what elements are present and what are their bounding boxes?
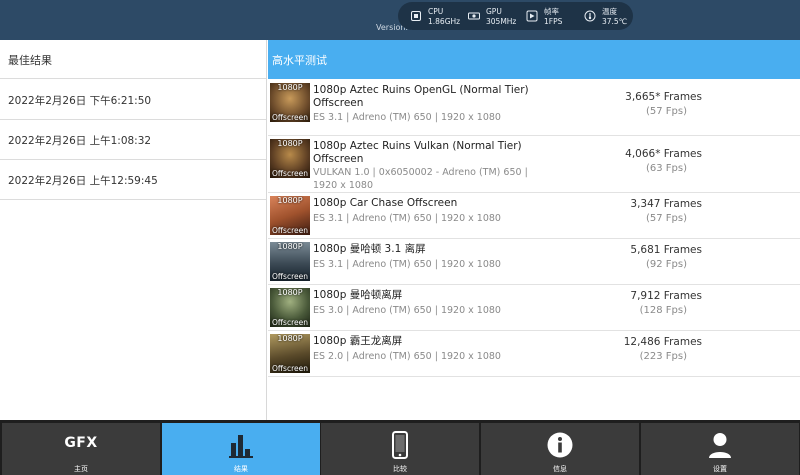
nav-settings-label: 设置 (713, 465, 727, 473)
thumbnail-resolution-label: 1080P (277, 242, 303, 251)
test-name: 1080p 霸王龙离屏 (313, 335, 403, 347)
bottom-navigation: GFX 主页 结果 比较 信息 设置 (0, 420, 800, 475)
test-thumbnail: 1080P Offscreen (270, 242, 310, 281)
test-frames: 3,347 Frames (630, 198, 702, 210)
test-fps: (92 Fps) (645, 259, 687, 270)
test-name: 1080p 曼哈顿离屏 (313, 289, 403, 301)
best-results-header: 最佳结果 (0, 40, 266, 79)
thumbnail-mode-label: Offscreen (271, 364, 308, 373)
test-detail: VULKAN 1.0 | 0x6050002 - Adreno (TM) 650… (313, 167, 528, 191)
gpu-label: GPU (486, 7, 502, 16)
test-row-manhattan[interactable]: 1080P Offscreen 1080p 曼哈顿离屏 ES 3.0 | Adr… (268, 285, 800, 331)
nav-compare[interactable]: 比较 (321, 423, 479, 475)
test-thumbnail: 1080P Offscreen (270, 334, 310, 373)
cpu-icon (411, 11, 421, 21)
test-thumbnail: 1080P Offscreen (270, 139, 310, 178)
fps-label: 帧率 (544, 7, 559, 16)
gpu-value: 305MHz (486, 17, 517, 26)
info-icon (547, 432, 573, 458)
result-date-item[interactable]: 2022年2月26日 上午1:08:32 (0, 120, 266, 160)
user-icon (709, 433, 731, 458)
test-name: 1080p Car Chase Offscreen (313, 197, 458, 209)
temperature-icon (584, 10, 596, 22)
result-date-text: 2022年2月26日 上午1:08:32 (8, 135, 152, 147)
test-frames: 5,681 Frames (630, 244, 702, 256)
test-row-aztec-opengl[interactable]: 1080P Offscreen 1080p Aztec Ruins OpenGL… (268, 80, 800, 136)
test-row-manhattan-31[interactable]: 1080P Offscreen 1080p 曼哈顿 3.1 离屏 ES 3.1 … (268, 239, 800, 285)
result-date-text: 2022年2月26日 上午12:59:45 (8, 175, 158, 187)
nav-results[interactable]: 结果 (162, 423, 320, 475)
test-name: 1080p 曼哈顿 3.1 离屏 (313, 243, 426, 255)
thumbnail-mode-label: Offscreen (271, 226, 308, 235)
result-date-item[interactable]: 2022年2月26日 上午12:59:45 (0, 160, 266, 200)
test-name: 1080p Aztec Ruins OpenGL (Normal Tier) O… (313, 84, 529, 109)
test-thumbnail: 1080P Offscreen (270, 288, 310, 327)
test-thumbnail: 1080P Offscreen (270, 83, 310, 122)
cpu-label: CPU (428, 7, 444, 16)
test-detail: ES 3.0 | Adreno (TM) 650 | 1920 x 1080 (313, 305, 501, 316)
best-results-panel: 最佳结果 2022年2月26日 下午6:21:50 2022年2月26日 上午1… (0, 40, 267, 420)
test-fps: (57 Fps) (645, 213, 687, 224)
test-frames: 7,912 Frames (630, 290, 702, 302)
cpu-value: 1.86GHz (428, 17, 461, 26)
fps-value: 1FPS (544, 17, 563, 26)
thumbnail-resolution-label: 1080P (277, 83, 303, 92)
test-fps: (223 Fps) (639, 351, 687, 362)
nav-info-label: 信息 (553, 465, 567, 473)
bar-chart-icon (229, 435, 253, 458)
result-date-text: 2022年2月26日 下午6:21:50 (8, 95, 152, 107)
test-fps: (63 Fps) (645, 163, 687, 174)
thumbnail-mode-label: Offscreen (271, 169, 308, 178)
high-level-tests-header: 高水平测试 (268, 40, 800, 79)
top-status-bar: Version: 5.0.4 CPU 1.86GHz GPU 305MHz (0, 0, 800, 40)
thumbnail-mode-label: Offscreen (271, 318, 308, 327)
thumbnail-resolution-label: 1080P (277, 288, 303, 297)
high-level-tests-panel: 高水平测试 1080P Offscreen 1080p Aztec Ruins … (268, 40, 800, 420)
performance-stats-pill: CPU 1.86GHz GPU 305MHz 帧率 1FPS 温度 37.5℃ (398, 2, 633, 30)
test-row-car-chase[interactable]: 1080P Offscreen 1080p Car Chase Offscree… (268, 193, 800, 239)
nav-compare-label: 比较 (393, 465, 407, 473)
test-row-aztec-vulkan[interactable]: 1080P Offscreen 1080p Aztec Ruins Vulkan… (268, 136, 800, 193)
nav-home-label: 主页 (74, 465, 88, 473)
nav-home[interactable]: GFX 主页 (2, 423, 160, 475)
thumbnail-mode-label: Offscreen (271, 272, 308, 281)
temperature-value: 37.5℃ (602, 17, 628, 26)
thumbnail-resolution-label: 1080P (277, 334, 303, 343)
test-detail: ES 3.1 | Adreno (TM) 650 | 1920 x 1080 (313, 213, 501, 224)
test-row-t-rex[interactable]: 1080P Offscreen 1080p 霸王龙离屏 ES 2.0 | Adr… (268, 331, 800, 377)
phone-icon (392, 431, 408, 459)
thumbnail-resolution-label: 1080P (277, 139, 303, 148)
nav-info[interactable]: 信息 (481, 423, 639, 475)
gpu-icon (468, 12, 480, 20)
test-name: 1080p Aztec Ruins Vulkan (Normal Tier) O… (313, 140, 522, 165)
test-frames: 3,665* Frames (625, 91, 702, 103)
test-frames: 4,066* Frames (625, 148, 702, 160)
test-fps: (128 Fps) (639, 305, 687, 316)
high-level-tests-title: 高水平测试 (272, 54, 327, 67)
test-detail: ES 3.1 | Adreno (TM) 650 | 1920 x 1080 (313, 112, 501, 123)
test-frames: 12,486 Frames (623, 336, 702, 348)
test-detail: ES 3.1 | Adreno (TM) 650 | 1920 x 1080 (313, 259, 501, 270)
fps-icon (526, 10, 538, 22)
best-results-title: 最佳结果 (8, 54, 52, 67)
gfx-logo-icon: GFX (64, 435, 98, 451)
thumbnail-resolution-label: 1080P (277, 196, 303, 205)
temperature-label: 温度 (602, 7, 617, 16)
result-date-item[interactable]: 2022年2月26日 下午6:21:50 (0, 80, 266, 120)
test-thumbnail: 1080P Offscreen (270, 196, 310, 235)
test-detail: ES 2.0 | Adreno (TM) 650 | 1920 x 1080 (313, 351, 501, 362)
nav-results-label: 结果 (234, 465, 248, 473)
nav-settings[interactable]: 设置 (641, 423, 799, 475)
thumbnail-mode-label: Offscreen (271, 113, 308, 122)
test-fps: (57 Fps) (645, 106, 687, 117)
